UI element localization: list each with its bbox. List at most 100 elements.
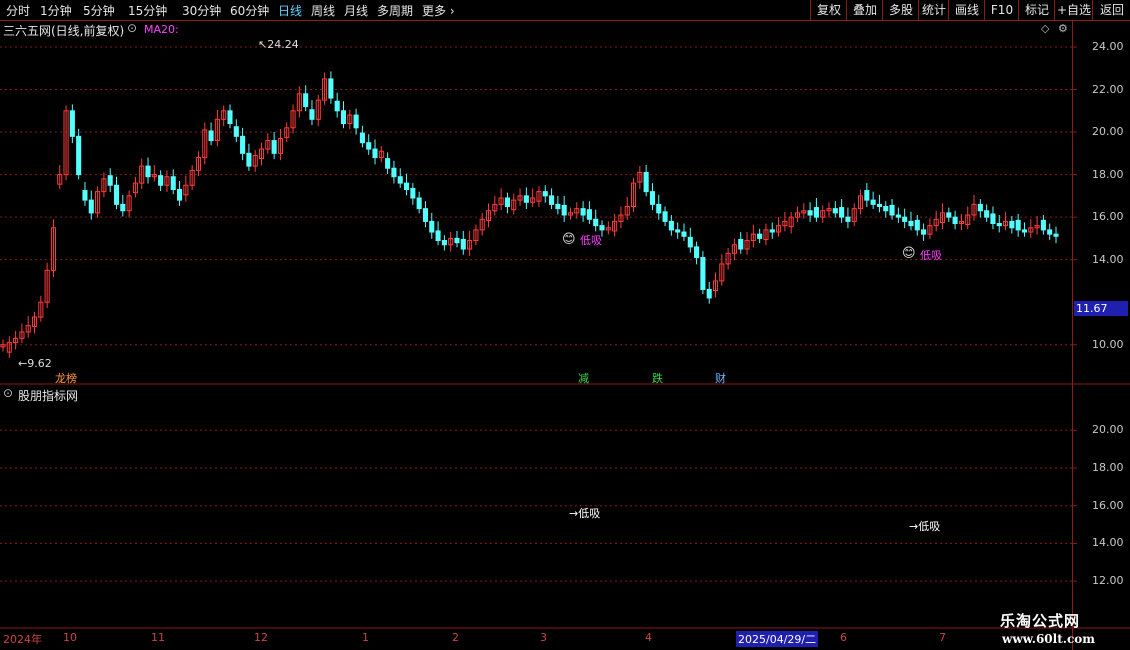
period-tab-60min[interactable]: 60分钟	[230, 2, 269, 19]
candle-body	[870, 199, 876, 205]
candle-body	[738, 238, 744, 250]
candle-body	[908, 220, 914, 227]
candle-body	[700, 257, 706, 290]
period-tab-15min[interactable]: 15分钟	[128, 2, 167, 19]
candle-body	[549, 195, 555, 205]
period-tab-weekly[interactable]: 周线	[311, 2, 335, 19]
f10-button[interactable]: F10	[984, 0, 1019, 20]
candle-body	[76, 135, 82, 176]
candle-body	[1040, 219, 1046, 231]
candle-body	[391, 167, 397, 178]
sub-axis-label: 18.00	[1092, 461, 1124, 474]
event-dragon-list[interactable]: 龙榜	[55, 370, 77, 386]
high-price-value: 24.24	[267, 38, 299, 51]
candle-body	[580, 208, 586, 216]
period-tab-1min[interactable]: 1分钟	[40, 2, 72, 19]
date-axis-month: 1	[362, 631, 369, 644]
candle-body	[271, 140, 277, 154]
candle-body	[990, 213, 996, 225]
candle-body	[1047, 229, 1053, 235]
ma20-label: MA20:	[144, 23, 179, 36]
candle-body	[832, 208, 838, 214]
candle-body	[145, 165, 151, 178]
more-label: 更多	[422, 4, 447, 18]
period-tab-more[interactable]: 更多 ›	[422, 2, 455, 19]
candlesticks	[0, 71, 1059, 358]
candle-body	[1053, 233, 1059, 237]
period-toolbar: 分时 1分钟 5分钟 15分钟 30分钟 60分钟 日线 周线 月线 多周期 更…	[0, 0, 1130, 21]
candle-body	[233, 126, 239, 137]
period-tab-5min[interactable]: 5分钟	[83, 2, 115, 19]
period-tab-monthly[interactable]: 月线	[344, 2, 368, 19]
settings-icon[interactable]: ⚙	[1058, 22, 1068, 35]
adjust-button[interactable]: 复权	[810, 0, 847, 20]
period-tab-daily[interactable]: 日线	[278, 2, 302, 19]
back-button[interactable]: 返回	[1092, 0, 1130, 20]
candle-body	[586, 209, 592, 220]
candle-body	[246, 152, 252, 167]
candle-body	[158, 175, 164, 186]
candle-body	[372, 148, 378, 159]
candle-body	[895, 214, 901, 218]
date-axis-month: 4	[645, 631, 652, 644]
candle-body	[82, 190, 88, 201]
candle-body	[227, 110, 233, 125]
candle-body	[1009, 220, 1015, 229]
grid-lines	[0, 21, 1130, 650]
candle-body	[240, 135, 246, 154]
candle-body	[542, 191, 548, 197]
candle-body	[120, 203, 126, 212]
period-tab-fenshi[interactable]: 分时	[6, 2, 30, 19]
candle-body	[555, 203, 561, 210]
candle-body	[807, 210, 813, 216]
candle-body	[883, 206, 889, 212]
mark-button[interactable]: 标记	[1018, 0, 1055, 20]
stock-title: 三六五网(日线,前复权)	[3, 24, 125, 38]
event-drop[interactable]: 跌	[652, 370, 663, 386]
sub-signal-label: →低吸	[909, 520, 941, 533]
main-axis-label: 16.00	[1092, 210, 1124, 224]
candle-body	[643, 171, 649, 193]
event-reduce[interactable]: 减	[578, 370, 589, 386]
candle-body	[662, 211, 668, 222]
date-axis-month: 11	[151, 631, 165, 644]
indicator-toggle-icon[interactable]: ⊙	[127, 21, 137, 35]
diamond-icon[interactable]: ◇	[1041, 22, 1049, 35]
sub-axis-label: 14.00	[1092, 536, 1124, 550]
candle-body	[668, 220, 674, 231]
candle-body	[593, 218, 599, 227]
main-axis-label: 14.00	[1092, 252, 1124, 266]
candle-body	[1015, 219, 1021, 231]
multi-stock-button[interactable]: 多股	[882, 0, 919, 20]
sub-axis-label: 12.00	[1092, 574, 1124, 588]
indicator-toggle-icon[interactable]: ⊙	[3, 386, 13, 400]
cursor-date-label: 2025/04/29/二	[736, 631, 819, 647]
sub-axis-label: 20.00	[1092, 423, 1124, 437]
kline-chart[interactable]	[0, 21, 1130, 650]
candle-body	[681, 231, 687, 237]
buy-signal-label: 低吸	[920, 249, 942, 262]
main-axis-label: 24.00	[1092, 40, 1124, 53]
candle-body	[706, 288, 712, 299]
draw-line-button[interactable]: 画线	[948, 0, 985, 20]
date-axis-month: 10	[63, 631, 77, 644]
sub-signal-label: →低吸	[569, 507, 601, 520]
period-tab-multi[interactable]: 多周期	[377, 2, 413, 19]
candle-body	[397, 176, 403, 184]
candle-body	[429, 220, 435, 233]
low-price-value: 9.62	[27, 357, 52, 370]
candle-body	[769, 229, 775, 233]
event-finance[interactable]: 财	[715, 370, 726, 386]
overlay-button[interactable]: 叠加	[846, 0, 883, 20]
candle-body	[921, 229, 927, 235]
candle-body	[694, 246, 700, 259]
date-axis-month: 7	[939, 631, 946, 644]
candle-body	[1021, 229, 1028, 233]
add-watchlist-button[interactable]: +自选	[1054, 0, 1093, 20]
candle-body	[309, 109, 315, 120]
stats-button[interactable]: 统计	[918, 0, 949, 20]
low-price-label: ←9.62	[18, 357, 52, 370]
high-price-label: ↖24.24	[258, 38, 299, 51]
smile-icon: 😊	[562, 232, 576, 247]
period-tab-30min[interactable]: 30分钟	[182, 2, 221, 19]
